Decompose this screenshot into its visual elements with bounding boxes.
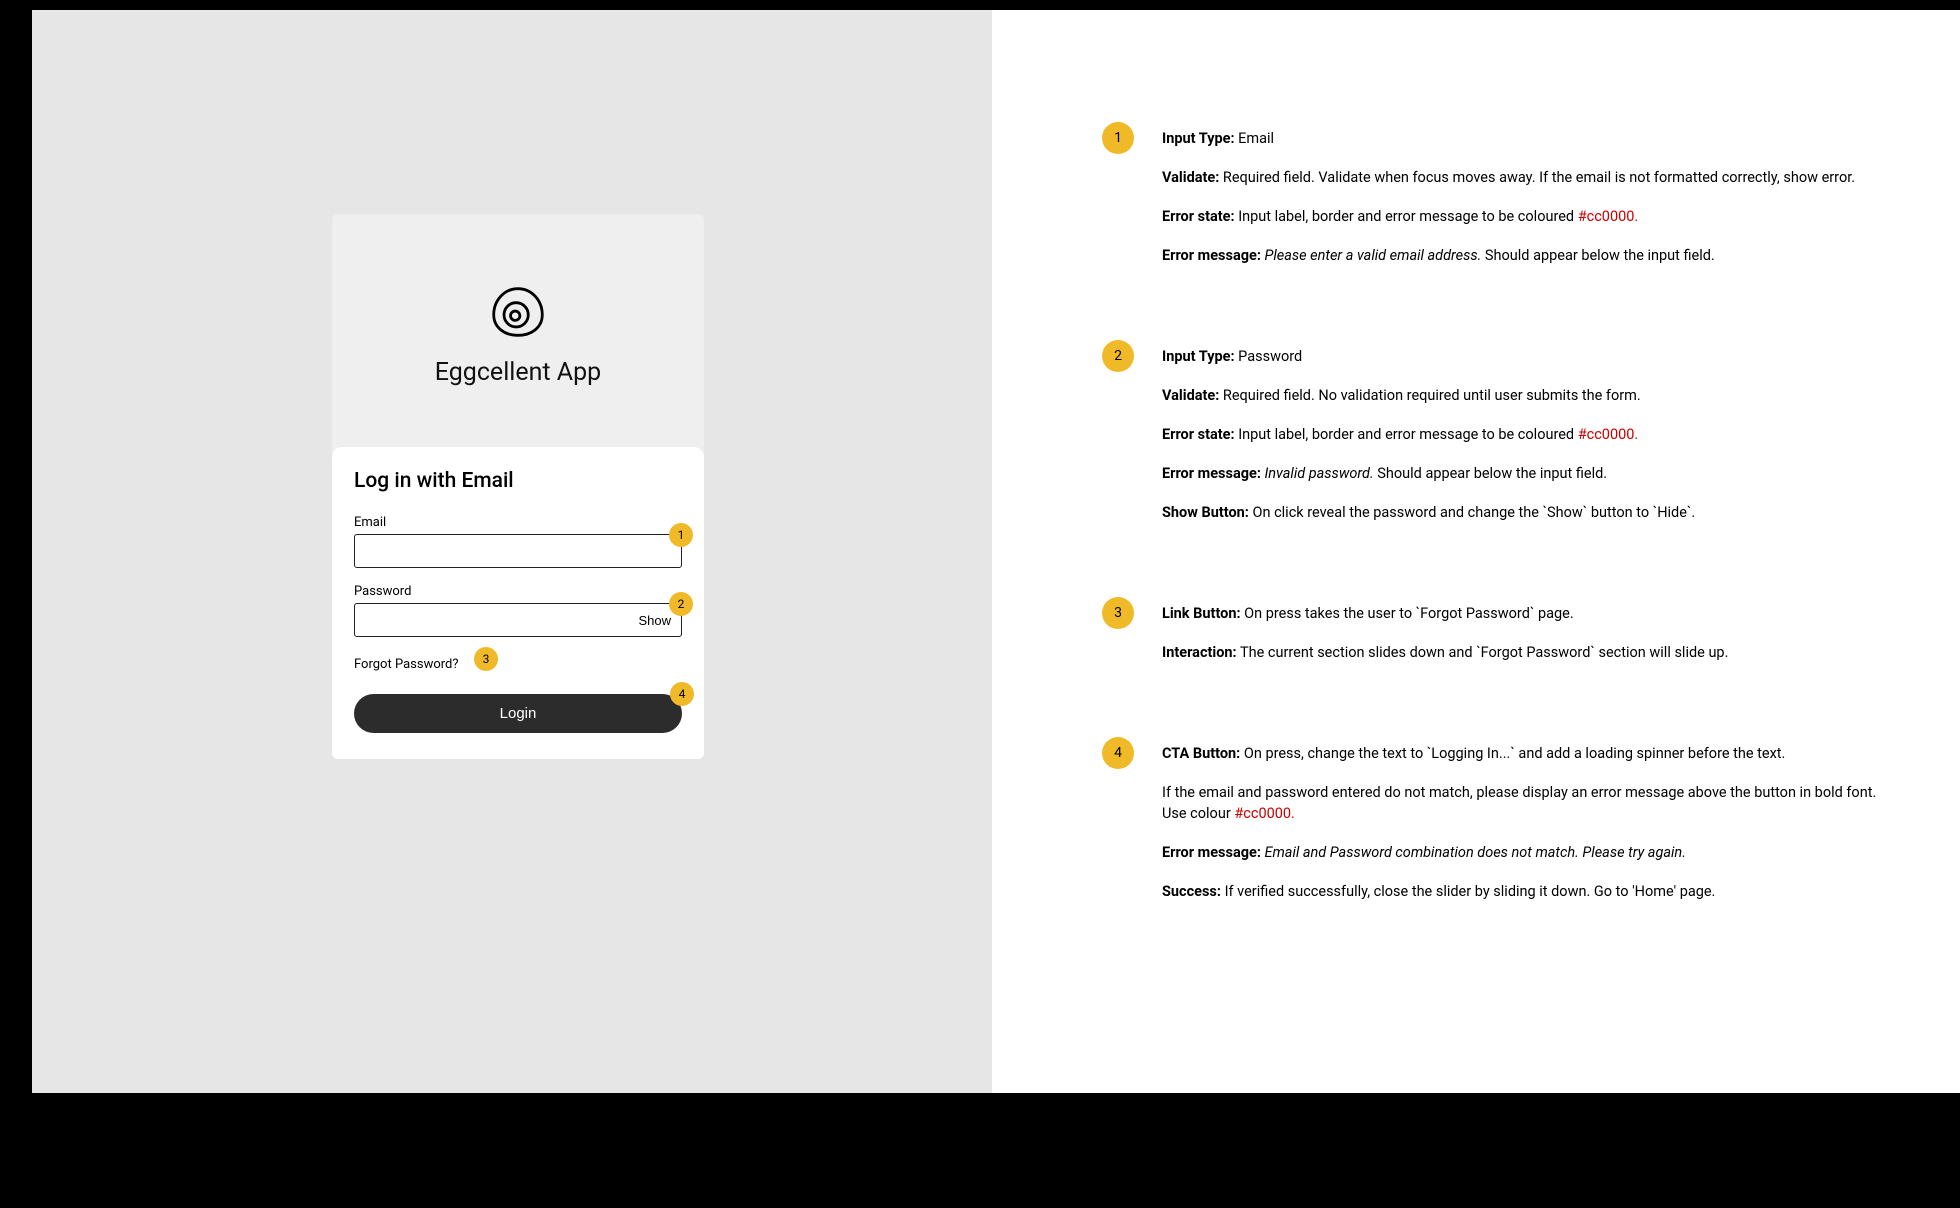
annotation-1: 1 Input Type: Email Validate: Required fie…: [1102, 122, 1900, 284]
annotation-line: Error state: Input label, border and err…: [1162, 424, 1900, 445]
annotation-body: CTA Button: On press, change the text to…: [1162, 737, 1900, 920]
annotation-body: Link Button: On press takes the user to …: [1162, 597, 1900, 681]
app-mockup: Eggcellent App Log in with Email Email 1…: [332, 214, 704, 759]
annotation-line: Interaction: The current section slides …: [1162, 642, 1900, 663]
annotations-panel: 1 Input Type: Email Validate: Required fie…: [992, 10, 1960, 1093]
password-input[interactable]: [355, 604, 628, 636]
annotation-body: Input Type: Email Validate: Required fiel…: [1162, 122, 1900, 284]
login-title: Log in with Email: [354, 469, 682, 493]
annotation-3: 3 Link Button: On press takes the user to…: [1102, 597, 1900, 681]
annotation-4: 4 CTA Button: On press, change the text t…: [1102, 737, 1900, 920]
annotation-number-badge: 1: [1102, 122, 1134, 154]
forgot-row: Forgot Password? 3: [354, 653, 682, 694]
annotation-line: Error message: Email and Password combin…: [1162, 842, 1900, 863]
annotation-line: Input Type: Email: [1162, 128, 1900, 149]
email-input[interactable]: [355, 535, 681, 567]
annotation-line: Error message: Please enter a valid emai…: [1162, 245, 1900, 266]
annotation-line: Validate: Required field. Validate when …: [1162, 167, 1900, 188]
annotation-line: Show Button: On click reveal the passwor…: [1162, 502, 1900, 523]
mockup-header: Eggcellent App: [332, 214, 704, 447]
annotation-number-badge: 4: [1102, 737, 1134, 769]
annotation-line: Success: If verified successfully, close…: [1162, 881, 1900, 902]
annotation-line: Input Type: Password: [1162, 346, 1900, 367]
annotation-marker-1: 1: [669, 523, 693, 547]
password-label: Password: [354, 584, 682, 599]
password-field-group: Password Show 2: [354, 584, 682, 637]
annotation-line: Error message: Invalid password. Should …: [1162, 463, 1900, 484]
email-field-group: Email 1: [354, 515, 682, 568]
left-panel: Eggcellent App Log in with Email Email 1…: [32, 10, 992, 1093]
forgot-password-link[interactable]: Forgot Password?: [354, 657, 459, 672]
annotation-marker-2: 2: [669, 592, 693, 616]
annotation-number-badge: 3: [1102, 597, 1134, 629]
annotation-line: Error state: Input label, border and err…: [1162, 206, 1900, 227]
login-button[interactable]: Login: [354, 694, 682, 733]
annotation-marker-4: 4: [670, 682, 694, 706]
annotation-line: Validate: Required field. No validation …: [1162, 385, 1900, 406]
email-label: Email: [354, 515, 682, 530]
annotation-2: 2 Input Type: Password Validate: Required …: [1102, 340, 1900, 541]
login-card: Log in with Email Email 1 Password Show …: [332, 447, 704, 759]
annotation-marker-3: 3: [474, 647, 498, 671]
egg-logo-icon: [352, 284, 684, 340]
annotation-line: Link Button: On press takes the user to …: [1162, 603, 1900, 624]
app-name: Eggcellent App: [352, 358, 684, 387]
annotation-line: CTA Button: On press, change the text to…: [1162, 743, 1900, 764]
annotation-number-badge: 2: [1102, 340, 1134, 372]
annotation-line: If the email and password entered do not…: [1162, 782, 1900, 824]
annotation-body: Input Type: Password Validate: Required f…: [1162, 340, 1900, 541]
